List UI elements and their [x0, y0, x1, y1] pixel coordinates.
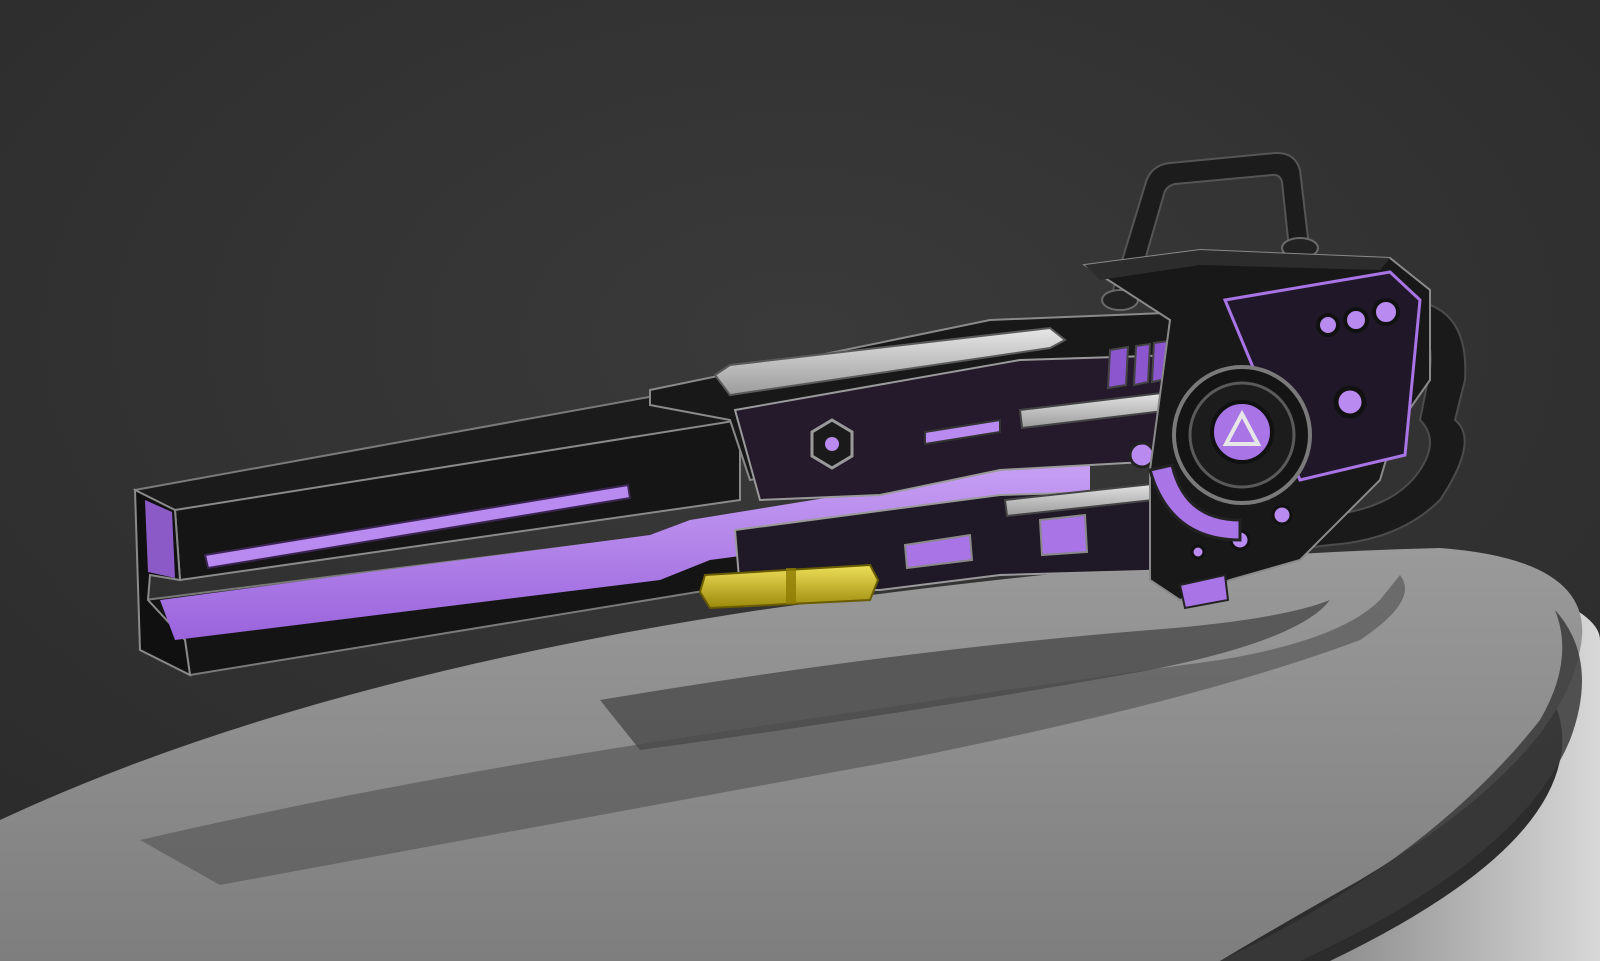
rear-dot-5	[1271, 504, 1293, 526]
rear-dot-3	[1372, 298, 1400, 326]
glow-slat-lower-b	[1038, 513, 1089, 557]
rear-dot-4	[1333, 385, 1367, 419]
glow-end-inner	[145, 500, 175, 578]
vent-slot-2	[1132, 342, 1152, 387]
rear-dot-2	[1343, 307, 1369, 333]
canister-band	[786, 568, 796, 604]
rear-dot-1	[1316, 313, 1340, 337]
rear-dot-7	[1190, 544, 1206, 560]
render-scene	[0, 0, 1600, 961]
hex-bolt-glow	[825, 437, 839, 451]
vent-slot-1	[1106, 345, 1130, 390]
